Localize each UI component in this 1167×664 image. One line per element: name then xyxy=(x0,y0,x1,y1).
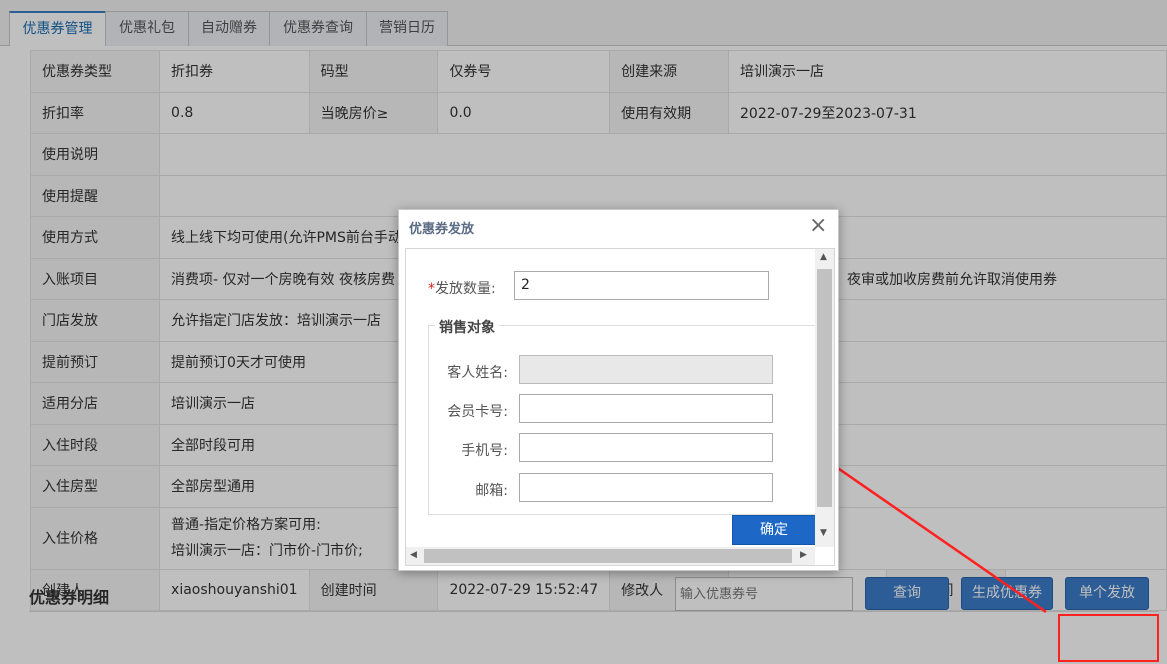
confirm-button[interactable]: 确定 xyxy=(732,515,816,545)
vertical-scroll-thumb[interactable] xyxy=(817,269,832,507)
dialog-body: *发放数量: 2 销售对象 客人姓名: 会员卡号: 手机号: 邮箱: 确定 ▲ … xyxy=(405,248,835,566)
member-card-label: 会员卡号: xyxy=(447,404,508,420)
scroll-down-arrow-icon[interactable]: ▼ xyxy=(820,528,827,538)
quantity-input[interactable]: 2 xyxy=(514,271,769,300)
quantity-label: *发放数量: xyxy=(428,281,496,297)
annotation-highlight-box xyxy=(1058,614,1159,662)
member-card-input[interactable] xyxy=(519,394,773,423)
required-mark: * xyxy=(428,281,435,297)
email-label: 邮箱: xyxy=(475,483,508,499)
coupon-issue-dialog: 优惠券发放 × *发放数量: 2 销售对象 客人姓名: 会员卡号: 手机号: 邮… xyxy=(398,209,839,571)
dialog-title: 优惠券发放 xyxy=(409,222,475,237)
phone-input[interactable] xyxy=(519,433,773,462)
sales-target-legend: 销售对象 xyxy=(435,317,499,337)
horizontal-scrollbar[interactable]: ◀ ▶ xyxy=(406,547,815,565)
vertical-scrollbar[interactable]: ▲ ▼ xyxy=(815,249,834,547)
horizontal-scroll-thumb[interactable] xyxy=(424,549,792,563)
scroll-right-arrow-icon[interactable]: ▶ xyxy=(800,550,807,560)
guest-name-label: 客人姓名: xyxy=(447,365,508,381)
close-icon[interactable]: × xyxy=(809,215,827,237)
guest-name-input xyxy=(519,355,773,384)
scroll-up-arrow-icon[interactable]: ▲ xyxy=(820,252,827,262)
scroll-left-arrow-icon[interactable]: ◀ xyxy=(410,550,417,560)
phone-label: 手机号: xyxy=(461,443,508,459)
email-input[interactable] xyxy=(519,473,773,502)
